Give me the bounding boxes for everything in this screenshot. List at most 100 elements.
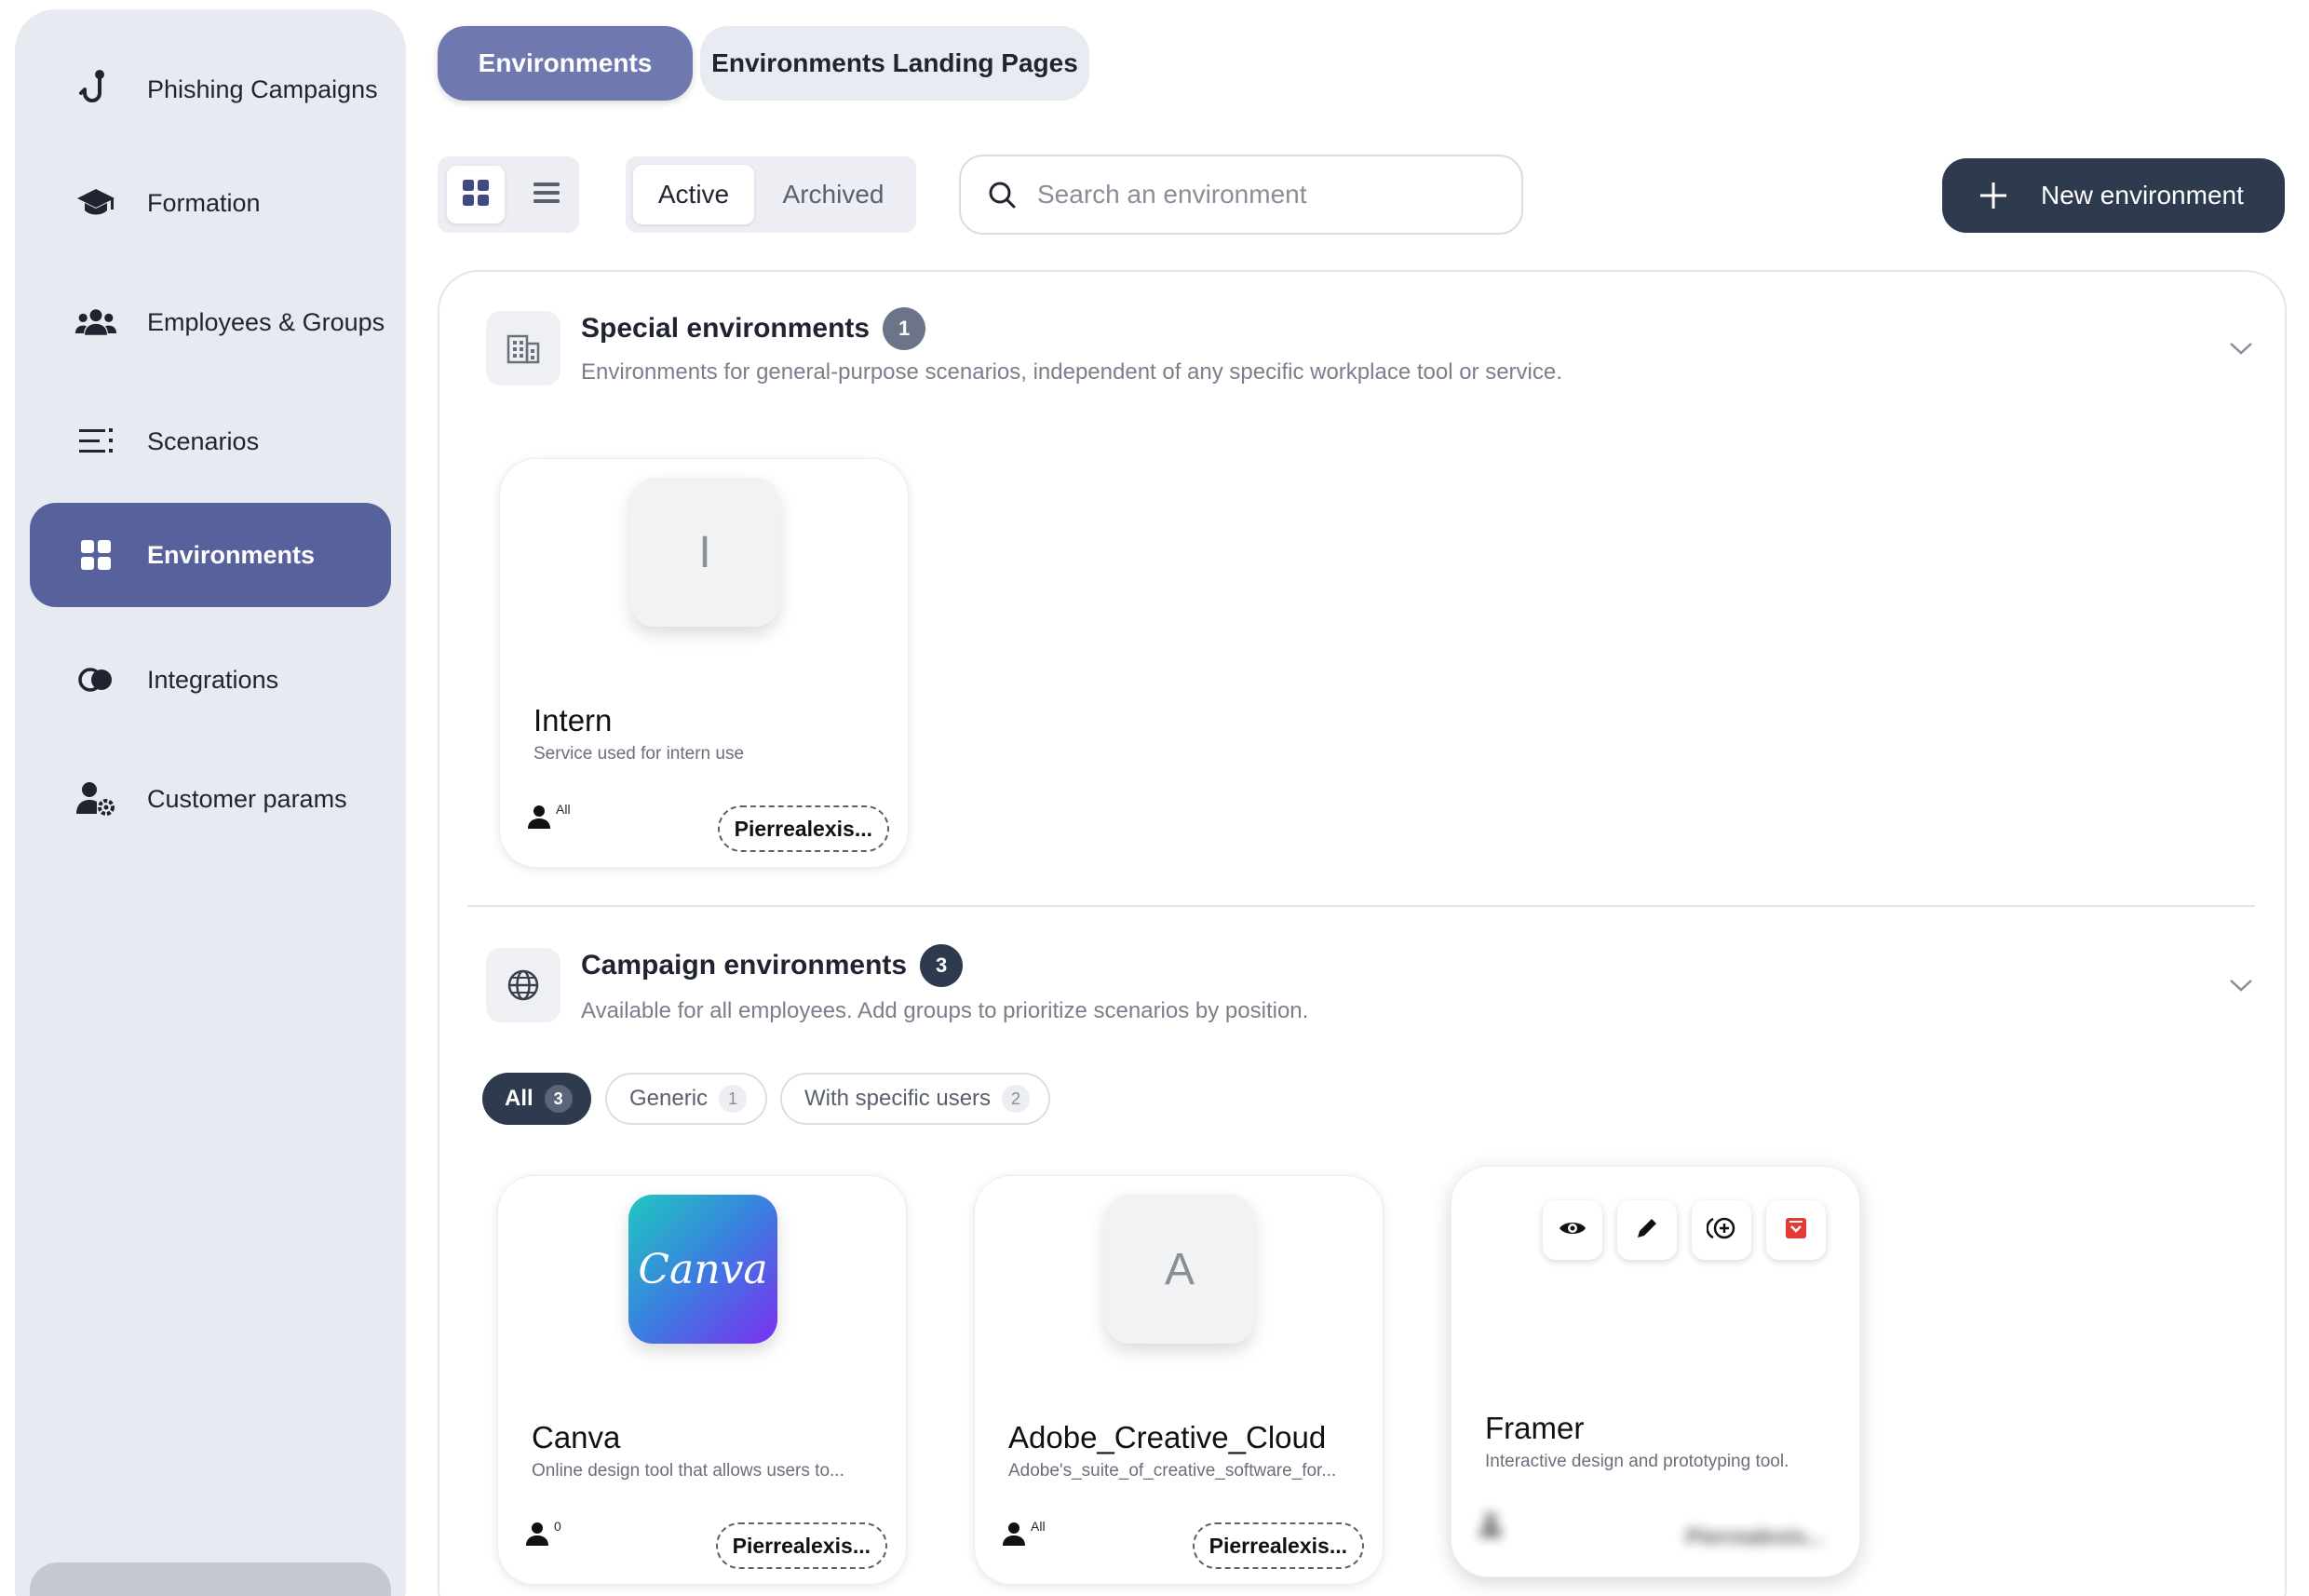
sidebar-item-label: Employees & Groups (147, 307, 385, 336)
sidebar-item-employees-groups[interactable]: Employees & Groups (30, 270, 391, 374)
filter-chip-all[interactable]: All 3 (482, 1073, 591, 1125)
special-section-title: Special environments 1 (581, 307, 926, 350)
user-icon (526, 804, 552, 834)
eye-icon (1559, 1219, 1587, 1242)
add-circle-icon (1706, 1215, 1736, 1246)
archive-icon (1784, 1216, 1808, 1245)
users-count-value: All (556, 802, 571, 817)
hook-icon (74, 68, 117, 111)
sidebar-item-integrations[interactable]: Integrations (30, 628, 391, 732)
environment-logo: A (1105, 1195, 1254, 1344)
environment-description: Adobe's_suite_of_creative_software_for..… (1008, 1461, 1337, 1481)
filter-chip-with-specific-users[interactable]: With specific users 2 (780, 1073, 1051, 1125)
count-badge: 3 (920, 944, 964, 987)
add-button[interactable] (1692, 1200, 1751, 1260)
environment-card-adobe[interactable]: A Adobe_Creative_Cloud Adobe's_suite_of_… (974, 1175, 1384, 1585)
user-icon (524, 1521, 550, 1551)
search-input[interactable] (1037, 180, 1503, 210)
sidebar-item-label: Formation (147, 188, 261, 217)
users-count: All (526, 802, 571, 834)
section-title-text: Campaign environments (581, 950, 908, 981)
owner-badge[interactable]: Pierrealexis... (715, 1522, 887, 1569)
status-archived-button[interactable]: Archived (754, 165, 912, 224)
list-icon (533, 181, 560, 210)
environment-card-canva[interactable]: Canva Canva Online design tool that allo… (497, 1175, 907, 1585)
environment-description: Service used for intern use (533, 744, 745, 764)
sidebar-item-scenarios[interactable]: Scenarios (30, 389, 391, 494)
sidebar-item-label: Environments (147, 540, 316, 569)
grid-icon (462, 179, 490, 211)
owner-badge[interactable]: Pierrealexis... (1192, 1522, 1364, 1569)
section-divider (467, 905, 2255, 907)
special-section-description: Environments for general-purpose scenari… (581, 359, 1562, 385)
user-icon (1001, 1521, 1027, 1551)
sidebar-item-phishing-campaigns[interactable]: Phishing Campaigns (30, 37, 391, 142)
environment-name: Framer (1485, 1411, 1585, 1445)
sidebar-item-label: Phishing Campaigns (147, 74, 378, 103)
status-toggle: Active Archived (626, 156, 916, 233)
chip-count: 3 (544, 1085, 573, 1113)
users-count: All (1001, 1519, 1046, 1551)
pencil-icon (1635, 1216, 1659, 1245)
users-count (1478, 1511, 1504, 1542)
filter-chip-generic[interactable]: Generic 1 (605, 1073, 768, 1125)
view-button[interactable] (1543, 1200, 1602, 1260)
tab-environments-landing-pages[interactable]: Environments Landing Pages (700, 26, 1089, 101)
owner-badge[interactable]: Pierrealexis... (1669, 1513, 1841, 1560)
environment-description: Interactive design and prototyping tool. (1485, 1452, 1789, 1471)
chip-label: All (505, 1086, 533, 1111)
view-toggle (438, 156, 579, 233)
users-count-value: All (1031, 1519, 1046, 1534)
environment-card-intern[interactable]: I Intern Service used for intern use All… (499, 458, 909, 868)
page: Phishing Campaigns Formation Employees &… (0, 0, 2309, 1596)
tab-environments[interactable]: Environments (438, 26, 693, 101)
sidebar-item-customer-params[interactable]: Customer params (30, 747, 391, 851)
environment-name: Adobe_Creative_Cloud (1008, 1420, 1327, 1454)
users-count-value: 0 (554, 1519, 561, 1534)
canva-logo: Canva (628, 1195, 777, 1344)
sidebar-item-formation[interactable]: Formation (30, 151, 391, 255)
integrations-icon (74, 658, 117, 701)
environment-description: Online design tool that allows users to.… (532, 1461, 844, 1481)
campaign-section-description: Available for all employees. Add groups … (581, 998, 1309, 1023)
building-icon (486, 311, 560, 385)
environment-name: Intern (533, 703, 613, 737)
globe-icon (486, 948, 560, 1022)
user-settings-icon (74, 778, 117, 820)
owner-badge[interactable]: Pierrealexis... (717, 805, 889, 852)
users-count: 0 (524, 1519, 561, 1551)
edit-button[interactable] (1617, 1200, 1677, 1260)
users-icon (74, 301, 117, 344)
user-icon (1478, 1511, 1504, 1542)
graduation-cap-icon (74, 182, 117, 224)
campaign-section-title: Campaign environments 3 (581, 944, 964, 987)
grid-view-button[interactable] (447, 166, 505, 223)
environment-card-framer[interactable]: Framer Interactive design and prototypin… (1451, 1166, 1860, 1577)
environment-logo: I (630, 478, 779, 627)
list-view-button[interactable] (518, 166, 575, 223)
new-environment-button[interactable]: New environment (1942, 158, 2285, 233)
sidebar: Phishing Campaigns Formation Employees &… (15, 9, 406, 1596)
count-badge: 1 (883, 307, 926, 350)
search-icon (985, 178, 1019, 211)
chip-label: Generic (629, 1086, 709, 1111)
sidebar-footer (30, 1562, 391, 1596)
chevron-down-icon[interactable] (2227, 976, 2255, 994)
card-actions (1543, 1200, 1826, 1260)
archive-button[interactable] (1766, 1200, 1826, 1260)
sidebar-item-label: Scenarios (147, 426, 260, 455)
sidebar-item-environments[interactable]: Environments (30, 503, 391, 607)
sidebar-item-label: Integrations (147, 665, 279, 694)
chip-count: 1 (719, 1085, 748, 1113)
sidebar-item-label: Customer params (147, 784, 347, 813)
chevron-down-icon[interactable] (2227, 339, 2255, 358)
chip-label: With specific users (804, 1086, 992, 1111)
grid-icon (74, 534, 117, 576)
status-active-button[interactable]: Active (633, 165, 754, 224)
section-title-text: Special environments (581, 313, 871, 344)
environment-name: Canva (532, 1420, 621, 1454)
new-environment-label: New environment (2041, 181, 2244, 210)
list-icon (74, 420, 117, 463)
search-box (959, 155, 1523, 235)
chip-count: 2 (1002, 1085, 1031, 1113)
